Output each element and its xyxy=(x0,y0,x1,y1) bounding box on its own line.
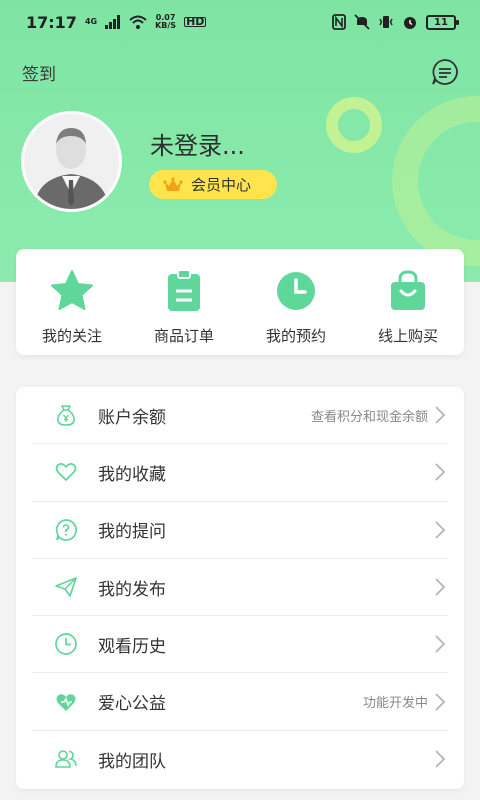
menu-item-account-balance[interactable]: 账户余额 查看积分和现金余额 xyxy=(32,387,448,445)
status-time: 17:17 xyxy=(26,12,77,32)
speed-unit: KB/S xyxy=(155,21,177,30)
message-icon[interactable] xyxy=(431,58,459,86)
menu-item-questions[interactable]: 我的提问 xyxy=(32,502,448,559)
hd-indicator: HD xyxy=(184,15,207,28)
chevron-right-icon xyxy=(435,463,446,482)
mute-icon xyxy=(354,14,370,30)
quick-action-follow[interactable]: 我的关注 xyxy=(22,269,122,346)
chevron-right-icon xyxy=(435,635,446,653)
chevron-right-icon xyxy=(435,692,446,711)
member-center-label: 会员中心 xyxy=(191,176,252,194)
quick-action-label: 商品订单 xyxy=(153,327,214,345)
menu-item-label: 观看历史 xyxy=(98,636,166,657)
quick-action-label: 我的预约 xyxy=(265,327,326,345)
menu-item-hint: 功能开发中 xyxy=(362,696,428,712)
money-bag-icon xyxy=(57,405,75,426)
paper-plane-icon xyxy=(55,577,77,597)
decorative-ring-large xyxy=(392,96,480,266)
status-left: 17:17 4G 0.07 KB/S HD xyxy=(26,12,207,32)
username[interactable]: 未登录... xyxy=(150,126,245,161)
quick-action-orders[interactable]: 商品订单 xyxy=(134,269,234,346)
wifi-icon xyxy=(129,15,147,29)
chevron-right-icon xyxy=(435,406,446,424)
history-clock-icon xyxy=(55,633,77,656)
chevron-right-icon xyxy=(435,750,446,769)
menu-item-label: 我的收藏 xyxy=(98,464,166,485)
menu-item-team[interactable]: 我的团队 xyxy=(32,731,448,788)
menu-item-label: 爱心公益 xyxy=(98,694,166,715)
clock-icon xyxy=(277,272,315,310)
member-center-button[interactable]: 会员中心 xyxy=(149,170,277,199)
battery-indicator: 11 xyxy=(426,14,459,30)
menu-item-label: 我的发布 xyxy=(98,579,166,600)
quick-actions-card: 我的关注 商品订单 我的预约 线上购买 xyxy=(16,249,464,355)
menu-item-favorites[interactable]: 我的收藏 xyxy=(32,444,448,502)
menu-item-charity[interactable]: 爱心公益 功能开发中 xyxy=(32,673,448,731)
shopping-bag-icon xyxy=(391,270,425,310)
team-icon xyxy=(55,750,77,769)
menu-item-label: 账户余额 xyxy=(98,407,166,428)
alarm-icon xyxy=(404,17,416,29)
decorative-ring xyxy=(326,97,382,153)
quick-action-label: 线上购买 xyxy=(377,327,438,345)
menu-item-label: 我的团队 xyxy=(98,751,166,772)
quick-action-label: 我的关注 xyxy=(41,327,102,345)
menu-item-label: 我的提问 xyxy=(98,522,166,543)
status-right: 11 xyxy=(332,14,459,30)
network-speed: 0.07 KB/S xyxy=(155,14,176,30)
menu-item-watch-history[interactable]: 观看历史 xyxy=(32,616,448,674)
star-icon xyxy=(51,270,93,310)
network-type: 4G xyxy=(84,17,98,26)
chevron-right-icon xyxy=(435,578,446,596)
nfc-icon xyxy=(332,14,346,30)
heart-icon xyxy=(55,463,77,482)
menu-item-publications[interactable]: 我的发布 xyxy=(32,559,448,617)
menu-item-hint: 查看积分和现金余额 xyxy=(310,409,428,425)
crown-icon xyxy=(163,176,183,191)
signin-button[interactable]: 签到 xyxy=(22,60,56,85)
signal-icon xyxy=(105,15,121,29)
default-avatar-icon xyxy=(24,114,119,209)
clipboard-icon xyxy=(168,269,200,311)
quick-action-appointments[interactable]: 我的预约 xyxy=(246,269,346,346)
charity-heart-icon xyxy=(56,693,76,711)
question-bubble-icon xyxy=(55,518,77,541)
status-bar: 17:17 4G 0.07 KB/S HD 11 xyxy=(0,0,480,44)
quick-action-online-purchase[interactable]: 线上购买 xyxy=(358,269,458,346)
vibrate-icon xyxy=(379,16,393,28)
menu-list: 账户余额 查看积分和现金余额 我的收藏 我的提问 我的发布 观看历史 爱心公益 … xyxy=(16,387,464,789)
avatar[interactable] xyxy=(21,111,122,212)
chevron-right-icon xyxy=(435,521,446,539)
